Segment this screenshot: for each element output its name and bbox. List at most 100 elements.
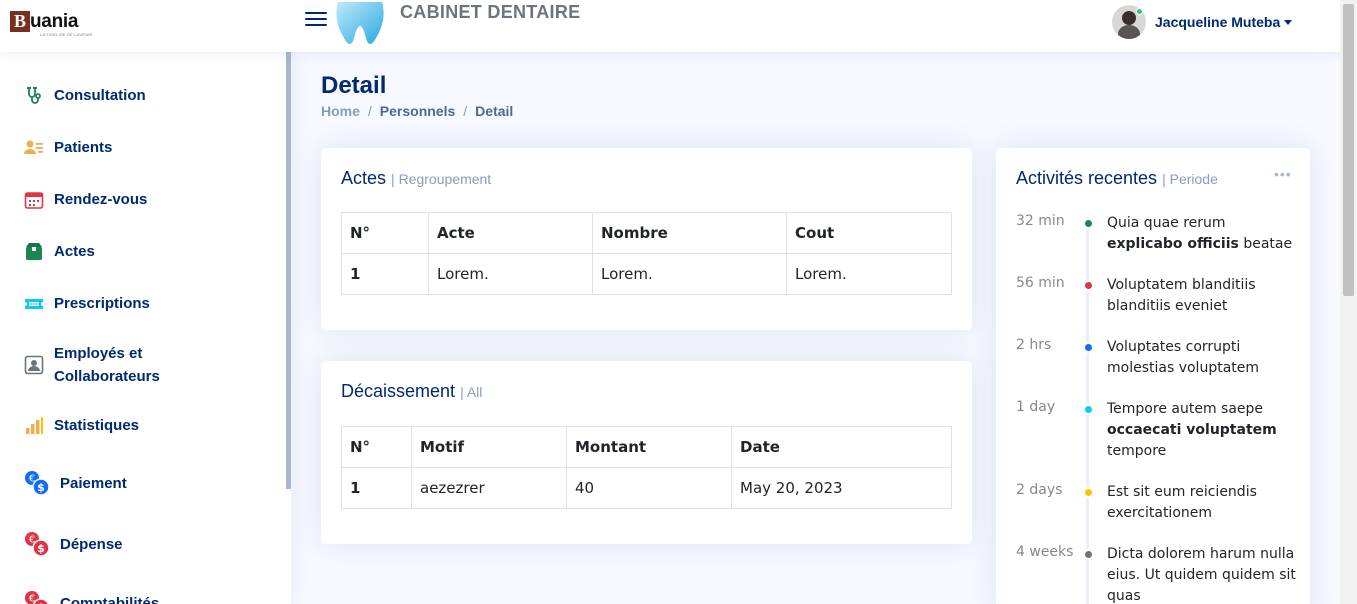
breadcrumb: Home / Personnels / Detail — [321, 103, 513, 119]
sidebar-item-label: Consultation — [54, 87, 146, 104]
table-cell: 1 — [341, 467, 412, 509]
activity-dot-icon — [1083, 549, 1094, 560]
activity-text: Voluptates corrupti molestias voluptatem — [1107, 339, 1260, 376]
activity-dot-icon — [1083, 218, 1094, 229]
card-subtitle: | Regroupement — [391, 171, 492, 187]
actes-card: Actes | Regroupement N° Acte Nombre Cout… — [321, 148, 972, 330]
activity-time: 56 min — [1016, 275, 1065, 291]
profile-name[interactable]: Jacqueline Muteba — [1155, 14, 1280, 30]
card-title-text: Actes — [341, 168, 387, 188]
decaissement-card: Décaissement | All N° Motif Montant Date… — [321, 361, 972, 544]
column-header: N° — [341, 212, 429, 254]
column-header: Nombre — [592, 212, 787, 254]
column-header: Date — [731, 426, 952, 468]
patients-icon — [24, 140, 43, 154]
card-title: Activités recentes | Periode — [1016, 168, 1218, 189]
card-title: Actes | Regroupement — [341, 168, 491, 189]
card-subtitle: | Periode — [1162, 171, 1218, 187]
currency-exchange-icon: €$ — [25, 471, 50, 496]
buania-logo[interactable]: B uania LA FIDELISE DE LAVENIR — [10, 10, 94, 38]
table-row: 1 aezezrer 40 May 20, 2023 — [341, 467, 952, 509]
column-header: Acte — [428, 212, 593, 254]
sidebar-item-prescriptions[interactable]: Prescriptions — [24, 292, 150, 315]
activity-time: 1 day — [1016, 399, 1056, 415]
activity-time: 32 min — [1016, 213, 1065, 229]
breadcrumb-current: Detail — [475, 103, 514, 119]
breadcrumb-home[interactable]: Home — [321, 103, 360, 119]
sidebar-item-depense[interactable]: € $ Dépense — [24, 531, 123, 557]
card-title-text: Activités recentes — [1016, 168, 1158, 188]
logo-tagline: LA FIDELISE DE LAVENIR — [40, 32, 93, 37]
sidebar-item-rendez-vous[interactable]: Rendez-vous — [24, 188, 147, 211]
box-icon — [26, 242, 42, 260]
sidebar-item-paiement[interactable]: € $ Paiement — [24, 470, 127, 496]
sidebar-item-label: Actes — [54, 243, 95, 260]
sidebar-item-label: Statistiques — [54, 417, 140, 434]
sidebar-scrollbar[interactable] — [286, 52, 291, 604]
person-badge-icon — [24, 355, 44, 375]
logo-text: uania — [30, 11, 79, 32]
table-cell: Lorem. — [786, 253, 952, 295]
sidebar-item-comptabilites[interactable]: €$ Comptabilités — [24, 590, 159, 604]
activity-time: 2 hrs — [1016, 337, 1052, 353]
activity-time: 4 weeks — [1016, 544, 1074, 560]
sidebar-item-label: Patients — [54, 139, 113, 156]
ticket-icon — [25, 298, 43, 309]
page-scrollbar[interactable] — [1340, 0, 1357, 604]
table-header-row: N° Acte Nombre Cout — [341, 212, 952, 254]
logo-letter: B — [10, 11, 30, 32]
table-cell: May 20, 2023 — [731, 467, 952, 509]
activity-text: Voluptatem blanditiis blanditiis eveniet — [1107, 277, 1256, 314]
avatar[interactable] — [1112, 5, 1146, 39]
sidebar-item-patients[interactable]: Patients — [24, 136, 112, 159]
activity-dot-icon — [1083, 404, 1094, 415]
activity-dot-icon — [1083, 280, 1094, 291]
card-title-text: Décaissement — [341, 381, 456, 401]
decaissement-table: N° Motif Montant Date 1 aezezrer 40 May … — [341, 426, 952, 509]
sidebar-item-label: Dépense — [60, 535, 123, 553]
table-cell: Lorem. — [428, 253, 593, 295]
activity-text: Quia quae rerum explicabo officiis beata… — [1107, 215, 1293, 252]
sidebar-item-label: Prescriptions — [54, 295, 150, 312]
brand-title: CABINET DENTAIRE — [400, 2, 581, 22]
activity-text: Est sit eum reiciendis exercitationem — [1107, 484, 1257, 521]
table-row: 1 Lorem. Lorem. Lorem. — [341, 253, 952, 295]
profile-dropdown[interactable]: Jacqueline Muteba — [1112, 4, 1293, 40]
more-options-icon[interactable]: ••• — [1274, 166, 1292, 182]
column-header: Montant — [566, 426, 732, 468]
column-header: Motif — [411, 426, 567, 468]
stethoscope-icon — [27, 86, 41, 104]
chevron-down-icon[interactable] — [1284, 19, 1293, 25]
sidebar-item-employes[interactable]: Employés et Collaborateurs — [24, 342, 204, 388]
actes-table: N° Acte Nombre Cout 1 Lorem. Lorem. Lore… — [341, 212, 952, 295]
table-cell: aezezrer — [411, 467, 567, 509]
column-header: Cout — [786, 212, 952, 254]
currency-exchange-icon: €$ — [25, 532, 50, 557]
bar-chart-icon — [26, 416, 43, 434]
menu-toggle-icon[interactable] — [305, 11, 329, 33]
table-header-row: N° Motif Montant Date — [341, 426, 952, 468]
tooth-logo-icon — [336, 2, 384, 44]
activity-text: Tempore autem saepe occaecati voluptatem… — [1107, 401, 1277, 459]
column-header: N° — [341, 426, 412, 468]
currency-exchange-icon: €$ — [25, 591, 50, 604]
activity-time: 2 days — [1016, 482, 1063, 498]
top-header: B uania LA FIDELISE DE LAVENIR CABINET D… — [0, 0, 1340, 52]
breadcrumb-personnels[interactable]: Personnels — [380, 103, 455, 119]
online-status-icon — [1136, 8, 1143, 15]
breadcrumb-separator: / — [463, 103, 468, 119]
activity-dot-icon — [1083, 487, 1094, 498]
page-title: Detail — [321, 72, 387, 99]
sidebar: Consultation Patients Rendez-vous Actes … — [0, 52, 291, 604]
calendar-icon — [24, 191, 44, 209]
table-cell: 1 — [341, 253, 429, 295]
sidebar-item-statistiques[interactable]: Statistiques — [24, 414, 139, 437]
breadcrumb-separator: / — [367, 103, 372, 119]
sidebar-item-label: Comptabilités — [60, 594, 160, 604]
svg-text:$: $ — [37, 542, 45, 555]
card-title: Décaissement | All — [341, 381, 482, 402]
sidebar-item-consultation[interactable]: Consultation — [24, 84, 146, 107]
sidebar-item-label: Rendez-vous — [54, 191, 148, 208]
sidebar-item-actes[interactable]: Actes — [24, 240, 95, 263]
sidebar-item-label: Paiement — [60, 474, 127, 492]
